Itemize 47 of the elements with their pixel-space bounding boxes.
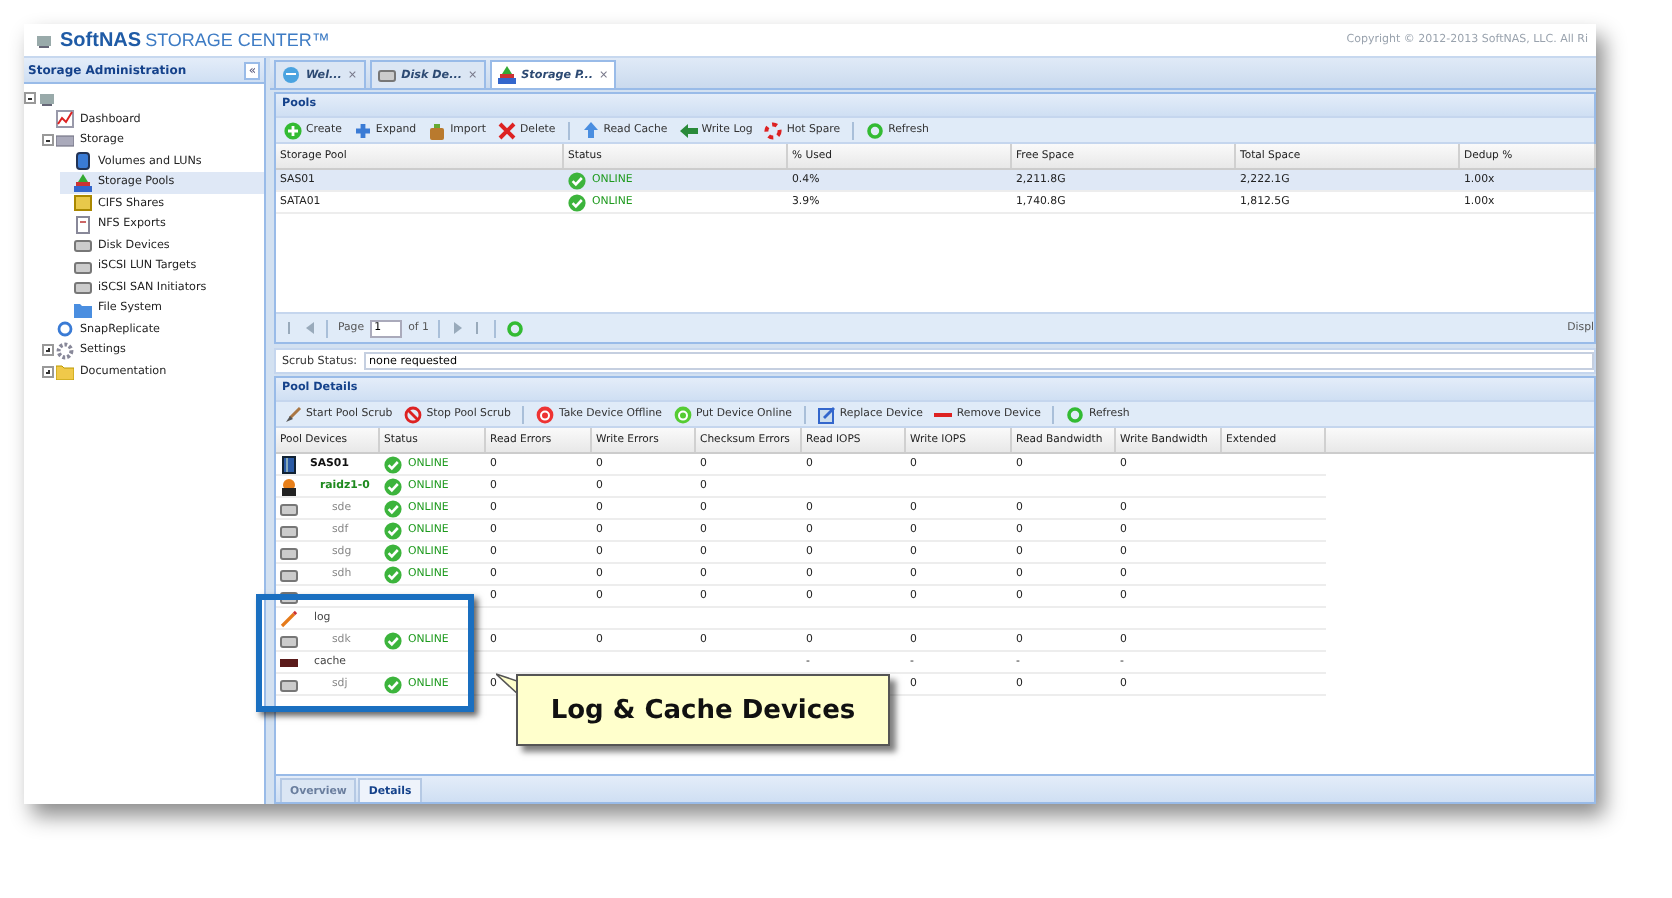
plus-icon <box>353 121 372 139</box>
folder-icon <box>74 299 92 318</box>
next-page-button[interactable] <box>450 321 465 335</box>
upload-icon <box>581 121 600 139</box>
cylinder-icon <box>74 152 92 171</box>
expand-toggle[interactable] <box>42 365 54 378</box>
check-circle-icon <box>568 193 586 211</box>
collapse-toggle[interactable] <box>24 92 36 105</box>
stop-icon <box>404 405 423 423</box>
brand-name: SoftNAS <box>60 29 142 51</box>
server-icon <box>38 89 56 108</box>
raid-icon <box>280 477 298 495</box>
collapse-toggle[interactable] <box>42 134 54 147</box>
edit-icon <box>817 405 836 423</box>
check-circle-icon <box>384 565 402 583</box>
check-circle-icon <box>568 171 586 189</box>
stack-icon <box>74 173 92 192</box>
brush-icon <box>284 405 302 423</box>
previous-page-button[interactable] <box>302 321 316 335</box>
stack-icon <box>497 66 516 84</box>
check-circle-icon <box>384 499 402 517</box>
delete-icon <box>498 121 516 139</box>
expand-toggle[interactable] <box>42 344 54 357</box>
power-icon <box>673 405 692 423</box>
callout: Log & Cache Devices <box>516 674 890 746</box>
drive-icon <box>56 131 74 150</box>
check-circle-icon <box>384 631 402 649</box>
check-circle-icon <box>384 675 402 693</box>
chart-icon <box>56 110 74 129</box>
check-circle-icon <box>384 521 402 539</box>
pencil-icon <box>280 609 298 627</box>
logo-icon <box>32 31 56 49</box>
product-name: STORAGE CENTER™ <box>145 30 330 50</box>
folder-icon <box>56 362 74 381</box>
memory-icon <box>280 653 298 671</box>
first-page-button[interactable] <box>282 321 296 335</box>
bag-icon <box>428 121 447 139</box>
plus-circle-icon <box>284 121 302 139</box>
check-circle-icon <box>384 477 402 495</box>
document-icon <box>74 215 92 234</box>
power-icon <box>536 405 555 423</box>
database-icon <box>280 455 298 473</box>
gear-icon <box>56 341 74 360</box>
check-circle-icon <box>384 455 402 473</box>
check-circle-icon <box>384 543 402 561</box>
share-icon <box>74 194 92 213</box>
arrow-icon <box>679 121 698 139</box>
